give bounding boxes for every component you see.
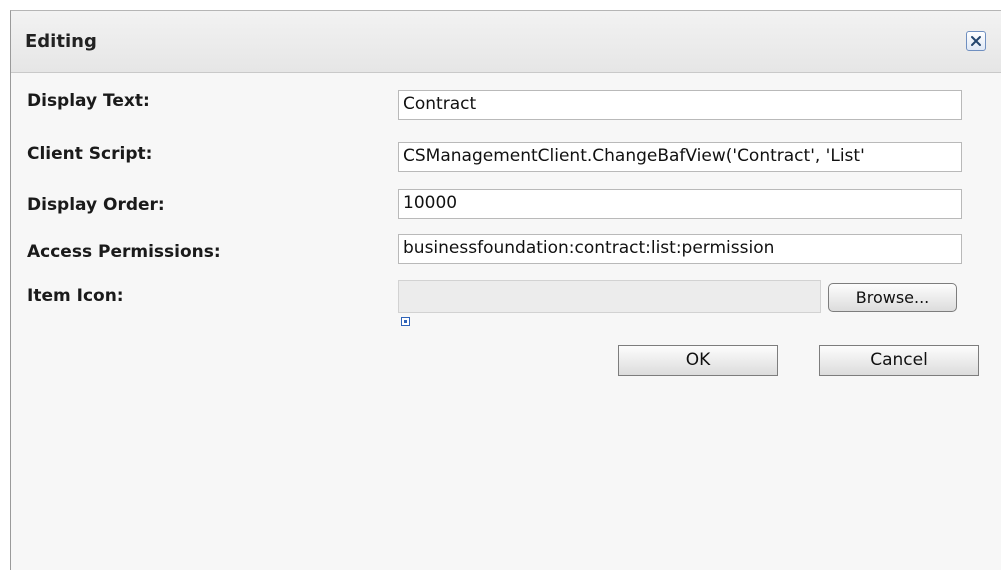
dialog-titlebar: Editing <box>11 11 1001 73</box>
image-placeholder-icon <box>401 317 410 326</box>
client-script-label: Client Script: <box>27 144 153 164</box>
display-order-input[interactable]: 10000 <box>398 189 962 219</box>
close-icon <box>971 36 981 46</box>
edit-dialog: Editing Display Text: Contract Client Sc… <box>10 10 1001 570</box>
display-text-label: Display Text: <box>27 91 150 111</box>
item-icon-file-input[interactable] <box>398 280 821 313</box>
ok-button[interactable]: OK <box>618 345 778 376</box>
display-order-label: Display Order: <box>27 195 165 215</box>
item-icon-label: Item Icon: <box>27 286 124 306</box>
access-permissions-label: Access Permissions: <box>27 242 221 262</box>
display-text-input[interactable]: Contract <box>398 90 962 120</box>
close-button[interactable] <box>966 31 986 51</box>
browse-button[interactable]: Browse... <box>828 283 957 312</box>
client-script-input[interactable]: CSManagementClient.ChangeBafView('Contra… <box>398 142 962 172</box>
cancel-button[interactable]: Cancel <box>819 345 979 376</box>
dialog-title: Editing <box>25 31 97 52</box>
access-permissions-input[interactable]: businessfoundation:contract:list:permiss… <box>398 234 962 264</box>
